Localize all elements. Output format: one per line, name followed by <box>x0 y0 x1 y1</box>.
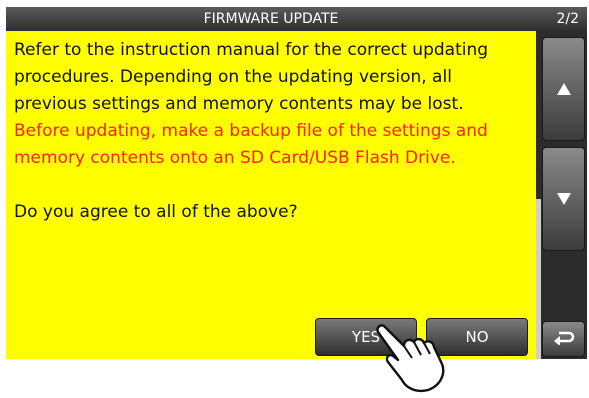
warning-line: Before updating, make a backup file of t… <box>14 121 488 141</box>
title-bar: FIRMWARE UPDATE 2/2 <box>6 7 587 31</box>
message-line: Refer to the instruction manual for the … <box>14 40 489 60</box>
confirmation-question: Do you agree to all of the above? <box>14 202 298 222</box>
scrollbar-thumb[interactable] <box>536 199 541 359</box>
page-indicator: 2/2 <box>556 11 579 27</box>
warning-line: memory contents onto an SD Card/USB Flas… <box>14 148 456 168</box>
message-line: previous settings and memory contents ma… <box>14 94 464 114</box>
return-arrow-icon <box>553 329 575 349</box>
message-line: procedures. Depending on the updating ve… <box>14 67 452 87</box>
screen-title: FIRMWARE UPDATE <box>203 11 339 27</box>
triangle-up-icon <box>556 80 571 99</box>
scroll-down-button[interactable] <box>542 147 585 251</box>
no-button-label: NO <box>465 328 489 346</box>
triangle-down-icon <box>556 190 571 209</box>
pointing-hand-icon <box>374 322 448 394</box>
scrollbar-track[interactable] <box>536 31 541 359</box>
back-button[interactable] <box>542 321 585 357</box>
side-control-panel <box>536 31 587 359</box>
scroll-up-button[interactable] <box>542 37 585 141</box>
message-area: Refer to the instruction manual for the … <box>6 31 536 359</box>
firmware-update-screen: FIRMWARE UPDATE 2/2 Refer to the instruc… <box>0 0 589 362</box>
